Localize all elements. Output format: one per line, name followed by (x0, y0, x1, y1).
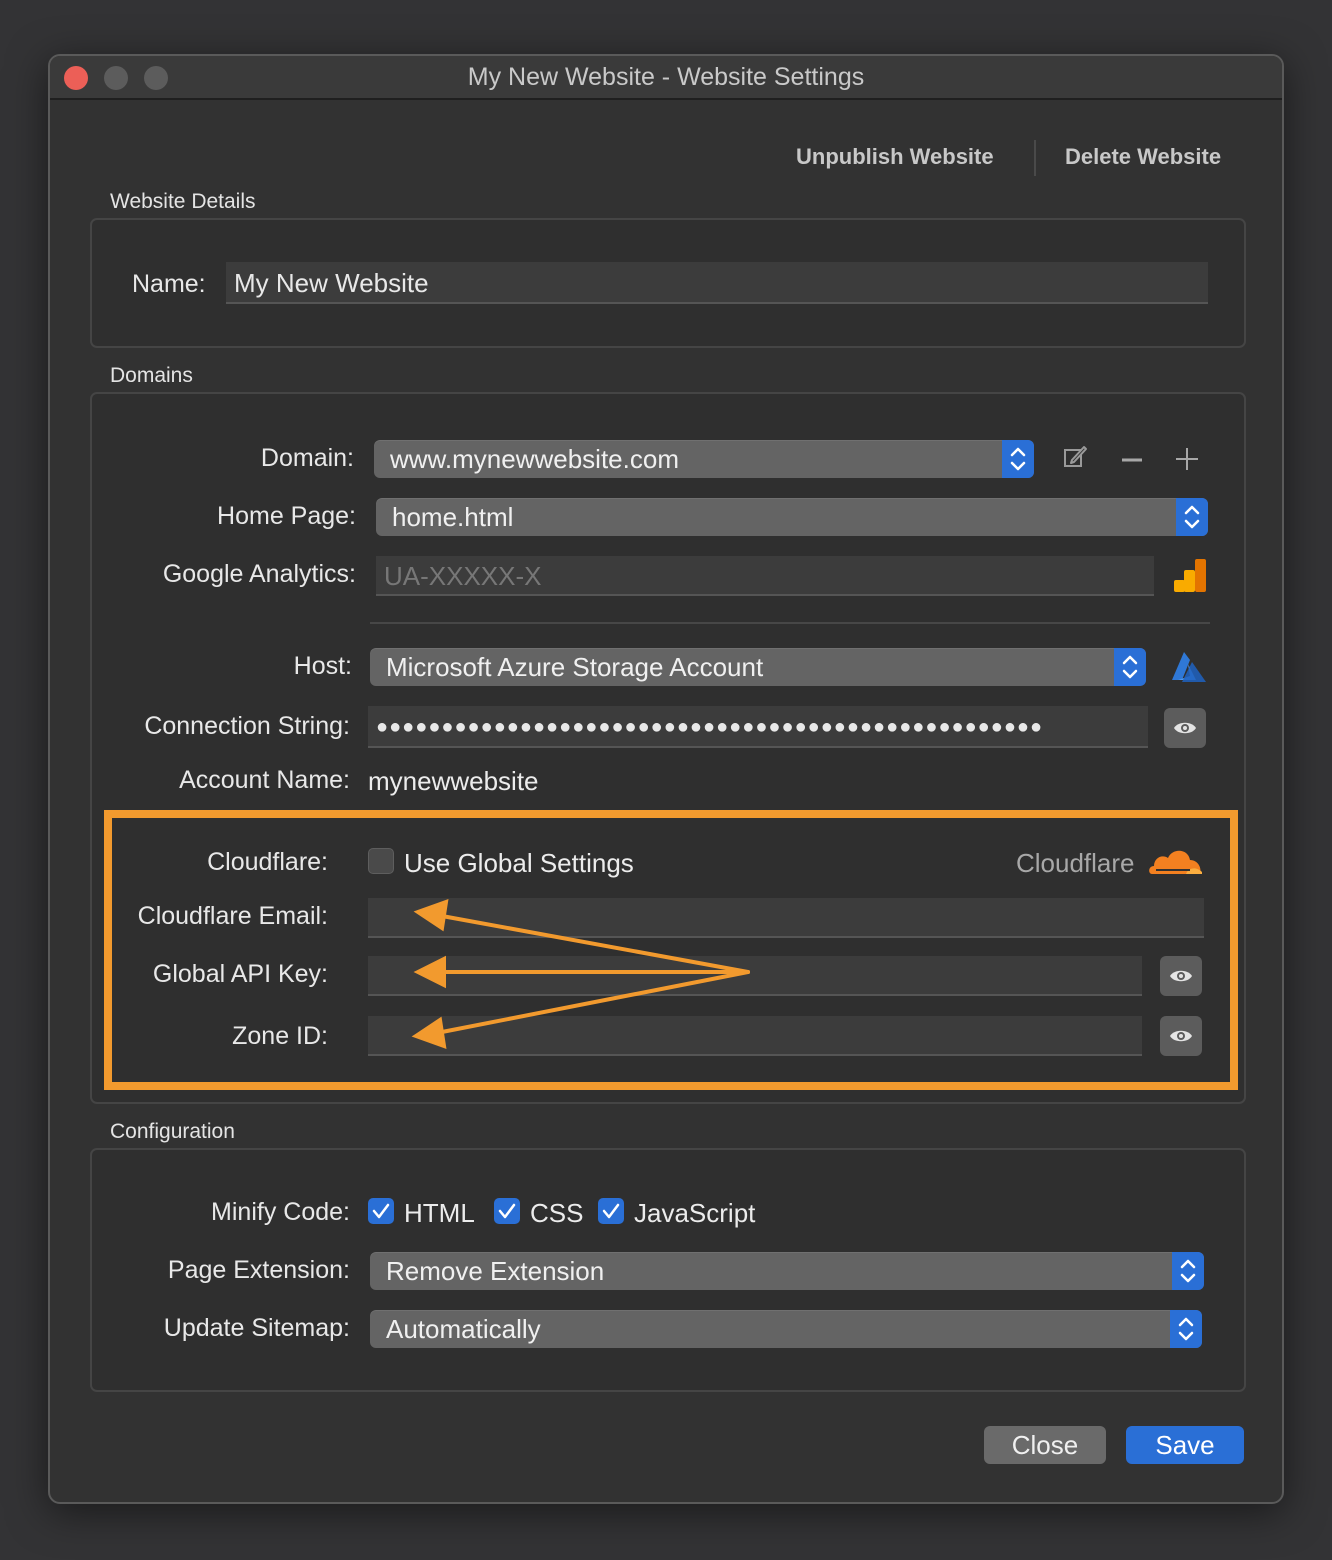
settings-window: My New Website - Website Settings Unpubl… (48, 54, 1284, 1504)
configuration-heading: Configuration (110, 1120, 235, 1143)
page-extension-label: Page Extension: (167, 1256, 350, 1284)
minify-javascript-label: JavaScript (634, 1198, 756, 1228)
minify-html-checkbox[interactable] (368, 1198, 394, 1224)
minify-css-checkbox[interactable] (494, 1198, 520, 1224)
checkmark-icon (372, 1203, 390, 1219)
minify-javascript-checkbox[interactable] (598, 1198, 624, 1224)
close-button[interactable]: Close (984, 1426, 1106, 1464)
page-extension-select[interactable]: Remove Extension (370, 1252, 1204, 1290)
minify-code-label: Minify Code: (211, 1198, 350, 1226)
update-sitemap-select-value: Automatically (386, 1314, 541, 1344)
minify-css-label: CSS (530, 1198, 584, 1228)
save-button[interactable]: Save (1126, 1426, 1244, 1464)
checkmark-icon (602, 1203, 620, 1219)
stepper-arrows-icon (1170, 1310, 1202, 1348)
minify-html-label: HTML (404, 1198, 475, 1228)
update-sitemap-select[interactable]: Automatically (370, 1310, 1202, 1348)
configuration-box: Minify Code: HTML CSS JavaScript Page Ex… (90, 1148, 1246, 1392)
checkmark-icon (498, 1203, 516, 1219)
page-extension-select-value: Remove Extension (386, 1256, 605, 1286)
update-sitemap-label: Update Sitemap: (163, 1314, 350, 1342)
stepper-arrows-icon (1172, 1252, 1204, 1290)
